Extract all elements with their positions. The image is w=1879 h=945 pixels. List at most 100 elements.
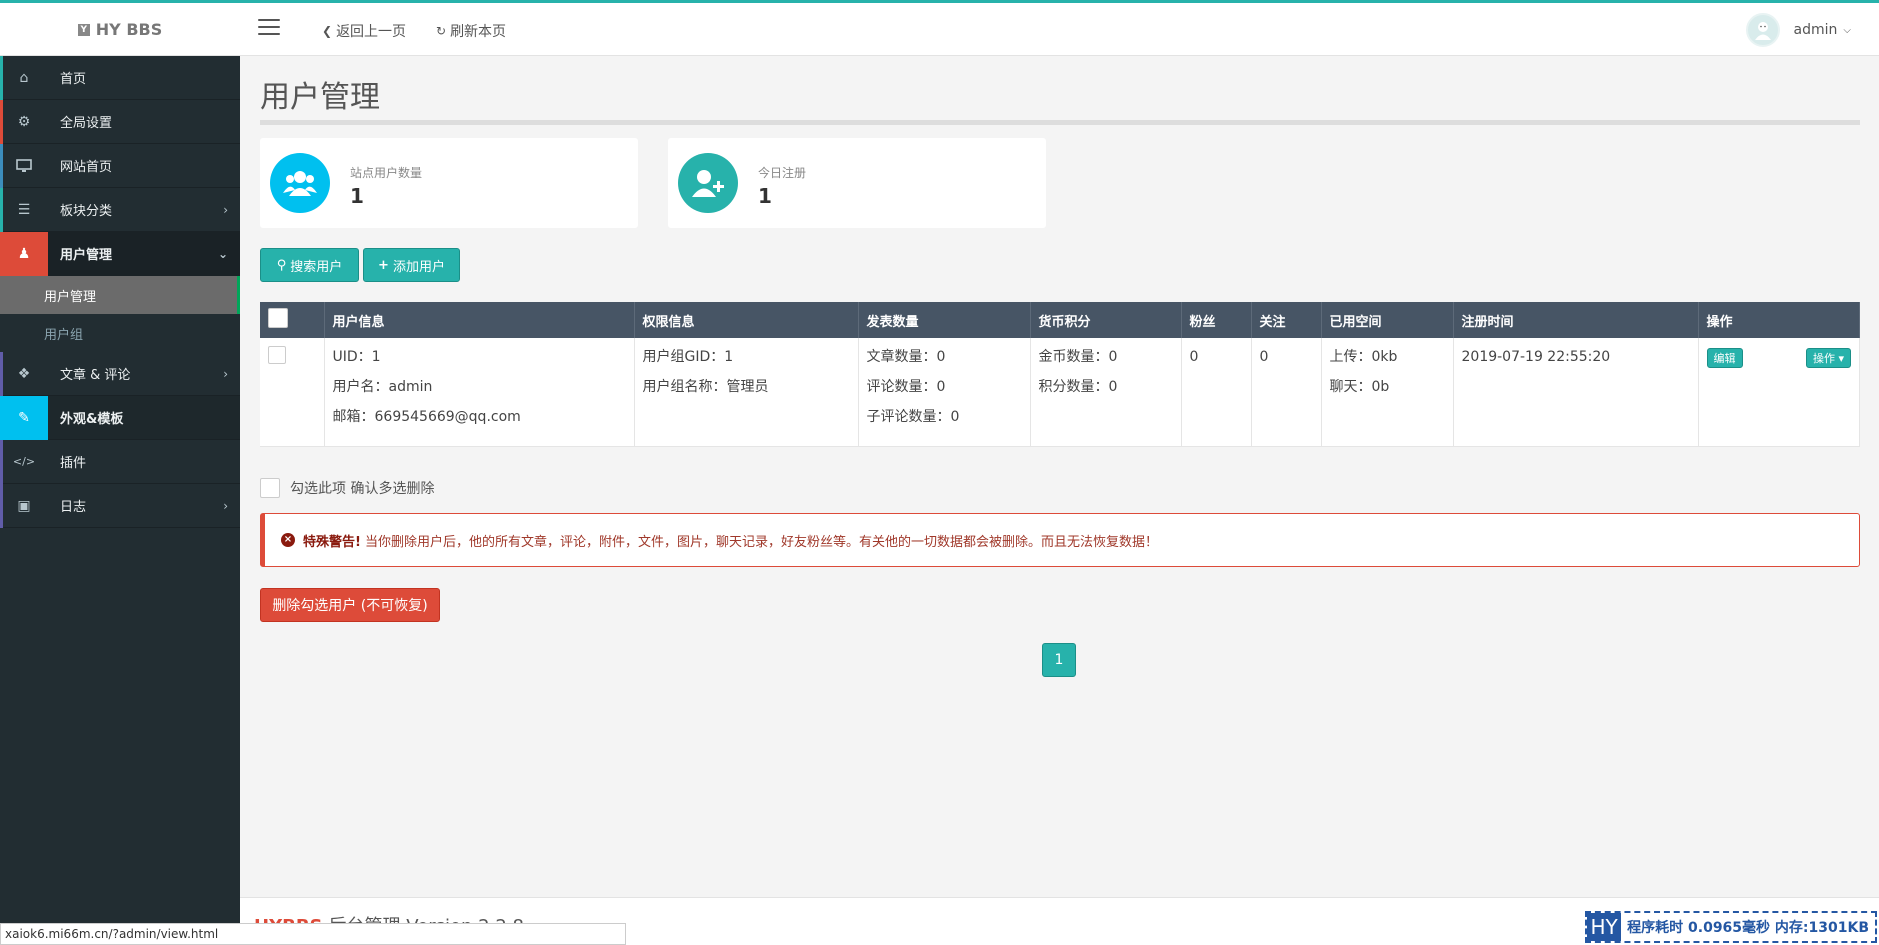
stat-label: 今日注册 [758,166,807,180]
edit-button[interactable]: 编辑 [1706,348,1743,368]
sidebar-item-label: 插件 [60,456,87,471]
row-select-cell [260,338,325,447]
sidebar-item-label: 全局设置 [60,116,113,131]
sidebar: ⌂ 首页 ⚙ 全局设置 网站首页 ☰ 板块分类 › ♟ 用户管理 ⌄ 用户管理 … [0,56,240,945]
ops-dropdown-button[interactable]: 操作 ▾ [1805,348,1851,368]
back-link[interactable]: ❮ 返回上一页 [322,21,406,41]
search-user-label: 搜索用户 [290,259,343,275]
monitor-icon [0,144,48,188]
fans-count: 0 [1189,349,1199,365]
confirm-delete-checkbox[interactable] [260,478,280,498]
follow-count: 0 [1259,349,1269,365]
upload-space: 上传：0kb [1329,349,1398,365]
add-user-button[interactable]: + 添加用户 [363,248,460,282]
select-all-checkbox[interactable] [268,308,288,328]
sidebar-item-label: 网站首页 [60,160,113,175]
user-uid: UID：1 [332,349,381,365]
ops-cell: 编辑 操作 ▾ [1698,338,1860,447]
sidebar-item-boards[interactable]: ☰ 板块分类 › [0,188,240,232]
tags-icon: ❖ [17,365,31,382]
sidebar-item-label: 板块分类 [60,204,113,219]
sidebar-item-logs[interactable]: ▣ 日志 › [0,484,240,528]
gear-icon: ⚙ [17,113,31,130]
pagination-current[interactable]: 1 [1042,643,1076,677]
plus-icon: + [378,257,389,273]
top-bar: Y HY BBS ❮ 返回上一页 ↻ 刷新本页 admin ⌵ [0,0,1879,56]
cube-icon: ▣ [17,497,31,514]
code-icon: </> [12,455,36,468]
perm-info-cell: 用户组GID：1 用户组名称：管理员 [634,338,859,447]
menu-toggle-icon[interactable] [258,19,280,37]
logo-text: HY BBS [95,20,163,39]
add-user-label: 添加用户 [392,259,445,275]
space-cell: 上传：0kb 聊天：0b [1321,338,1454,447]
col-header: 注册时间 [1453,302,1699,338]
stat-value: 1 [758,184,772,208]
confirm-delete-row[interactable]: 勾选此项 确认多选删除 [260,478,434,498]
chat-space: 聊天：0b [1329,379,1390,395]
post-count-cell: 文章数量：0 评论数量：0 子评论数量：0 [858,338,1031,447]
caret-down-icon: ⌵ [1843,24,1851,36]
delete-selected-button[interactable]: 删除勾选用户 (不可恢复) [260,588,440,622]
list-icon: ☰ [17,201,31,218]
col-header: 发表数量 [858,302,1031,338]
home-icon: ⌂ [19,69,29,86]
sidebar-item-articles[interactable]: ❖ 文章 & 评论 › [0,352,240,396]
sidebar-item-site-home[interactable]: 网站首页 [0,144,240,188]
currency-cell: 金币数量：0 积分数量：0 [1030,338,1182,447]
back-label: 返回上一页 [336,24,407,40]
stat-today-register: 今日注册 1 [668,138,1046,228]
perm-gid: 用户组GID：1 [642,349,734,365]
user-menu[interactable]: admin ⌵ [1745,13,1851,47]
user-table: 用户信息 权限信息 发表数量 货币积分 粉丝 关注 已用空间 注册时间 操作 U… [260,302,1860,447]
sidebar-item-label: 用户管理 [60,248,113,263]
back-icon: ❮ [322,24,333,38]
sidebar-item-settings[interactable]: ⚙ 全局设置 [0,100,240,144]
fans-cell: 0 [1181,338,1252,447]
subcomment-count: 子评论数量：0 [866,409,960,425]
sidebar-item-plugins[interactable]: </> 插件 [0,440,240,484]
users-icon [270,153,330,213]
row-checkbox[interactable] [268,346,286,364]
points-count: 积分数量：0 [1038,379,1118,395]
chevron-right-icon: › [223,366,228,381]
sidebar-item-home[interactable]: ⌂ 首页 [0,56,240,100]
article-count: 文章数量：0 [866,349,946,365]
sidebar-subitem-user-manage[interactable]: 用户管理 [0,276,240,314]
refresh-link[interactable]: ↻ 刷新本页 [436,21,506,41]
reg-time: 2019-07-19 22:55:20 [1461,349,1611,365]
stat-label: 站点用户数量 [350,166,423,180]
col-header: 已用空间 [1321,302,1454,338]
ops-label: 操作 [1812,352,1835,365]
refresh-label: 刷新本页 [450,24,507,40]
perf-text: 程序耗时 0.0965毫秒 内存:1301KB [1627,920,1869,936]
refresh-icon: ↻ [436,24,447,38]
user-info-cell: UID：1 用户名：admin 邮箱：669545669@qq.com [324,338,635,447]
col-header: 关注 [1251,302,1322,338]
warning-text: 当你删除用户后，他的所有文章，评论，附件，文件，图片，聊天记录，好友粉丝等。有关… [364,534,1158,550]
select-all-cell [260,302,325,338]
perf-logo: HY [1587,913,1622,941]
col-header: 粉丝 [1181,302,1252,338]
sidebar-subitem-user-group[interactable]: 用户组 [0,314,240,352]
reg-time-cell: 2019-07-19 22:55:20 [1453,338,1699,447]
search-icon: ⚲ [276,257,287,273]
status-url: xaiok6.mi66m.cn/?admin/view.html [0,923,626,945]
sidebar-item-label: 文章 & 评论 [60,368,131,383]
chevron-right-icon: › [223,498,228,513]
perf-badge: HY 程序耗时 0.0965毫秒 内存:1301KB [1585,911,1877,943]
comment-count: 评论数量：0 [866,379,946,395]
sidebar-item-users[interactable]: ♟ 用户管理 ⌄ [0,232,240,276]
table-row: UID：1 用户名：admin 邮箱：669545669@qq.com 用户组G… [260,338,1860,447]
sidebar-item-theme[interactable]: ✎ 外观&模板 [0,396,240,440]
caret-down-icon: ▾ [1838,352,1844,365]
stat-total-users: 站点用户数量 1 [260,138,638,228]
sidebar-item-label: 首页 [60,72,87,87]
logo[interactable]: Y HY BBS [0,3,240,56]
close-circle-icon: × [281,533,295,547]
search-user-button[interactable]: ⚲ 搜索用户 [260,248,359,282]
chevron-right-icon: › [223,202,228,217]
logo-mark: Y [77,23,90,36]
confirm-delete-label: 勾选此项 确认多选删除 [290,481,435,497]
gold-count: 金币数量：0 [1038,349,1118,365]
